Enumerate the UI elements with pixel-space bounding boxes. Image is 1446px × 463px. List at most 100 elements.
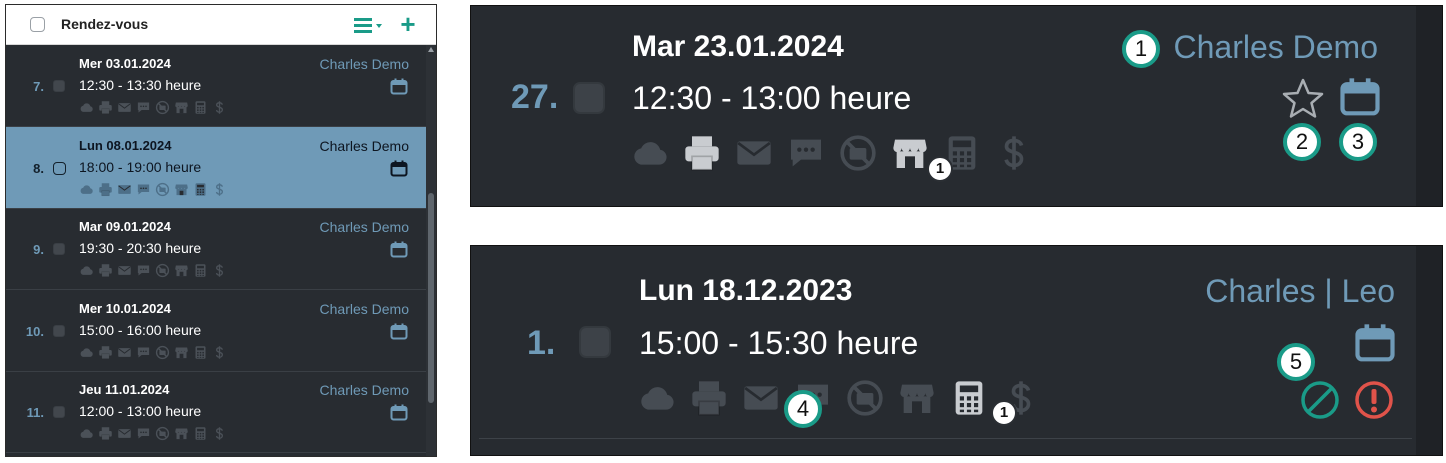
row-divider <box>479 438 1412 439</box>
chat-icon <box>137 265 150 276</box>
row-employee: Charles | Leo <box>1205 273 1395 309</box>
appointment-row[interactable]: 11. Jeu 11.01.2024 12:00 - 13:00 heure C… <box>6 371 426 453</box>
row-date: Mer 10.01.2024 <box>79 300 171 316</box>
chat-icon <box>137 184 150 194</box>
store-icon <box>175 428 188 440</box>
row-date: Lun 18.12.2023 <box>639 274 853 307</box>
row-checkbox[interactable] <box>53 161 66 175</box>
store-icon <box>175 102 188 114</box>
row-status-icons <box>637 378 1041 418</box>
appointment-list-panel: Rendez-vous + 7. Mer 03.01.2024 12:30 - … <box>5 4 437 457</box>
row-time: 19:30 - 20:30 heure <box>79 240 202 256</box>
envelope-icon <box>118 266 131 275</box>
star-icon[interactable] <box>1281 77 1325 119</box>
zoom-panel-appointment-1: 1. Lun 18.12.2023 15:00 - 15:30 heure Ch… <box>470 245 1443 456</box>
row-checkbox[interactable] <box>573 82 605 114</box>
row-time: 12:00 - 13:00 heure <box>79 403 202 419</box>
row-date: Lun 08.01.2024 <box>79 137 172 153</box>
printer-icon <box>99 427 112 441</box>
no-camera-icon <box>155 345 170 359</box>
calendar-icon[interactable] <box>390 241 408 258</box>
envelope-icon <box>118 429 131 438</box>
chat-icon <box>137 347 150 357</box>
calendar-icon[interactable] <box>1339 77 1381 117</box>
add-appointment-button[interactable]: + <box>396 9 420 39</box>
cloud-icon <box>634 142 667 165</box>
cloud-icon <box>80 266 93 275</box>
row-checkbox[interactable] <box>53 243 65 255</box>
alert-icon[interactable] <box>1353 379 1395 421</box>
calendar-icon[interactable] <box>1354 323 1396 363</box>
appointment-row[interactable]: 10. Mer 10.01.2024 15:00 - 16:00 heure C… <box>6 290 426 372</box>
no-camera-icon <box>155 182 170 196</box>
panel-scroll-edge <box>1416 246 1442 455</box>
dollar-icon <box>215 345 224 359</box>
appointment-row[interactable]: 9. Mar 09.01.2024 19:30 - 20:30 heure Ch… <box>6 208 426 290</box>
row-checkbox[interactable] <box>53 406 65 418</box>
chat-icon <box>137 428 150 439</box>
dollar-icon <box>215 182 224 196</box>
store-icon <box>893 139 927 168</box>
scroll-up-arrow[interactable] <box>428 47 434 52</box>
appointment-row[interactable]: 8. Lun 08.01.2024 18:00 - 19:00 heure Ch… <box>6 126 426 209</box>
store-icon <box>175 347 188 358</box>
callout-5: 5 <box>1277 343 1315 381</box>
appointment-row[interactable]: 7. Mer 03.01.2024 12:30 - 13:30 heure Ch… <box>6 45 426 127</box>
envelope-icon <box>118 184 131 194</box>
row-time: 12:30 - 13:30 heure <box>79 77 202 93</box>
no-camera-icon <box>155 100 170 115</box>
calculator-icon <box>195 345 206 359</box>
scrollbar-thumb[interactable] <box>428 193 434 403</box>
calendar-icon[interactable] <box>390 404 408 421</box>
row-number: 1. <box>527 324 556 362</box>
row-status-icons <box>79 182 227 198</box>
cloud-icon <box>80 347 93 357</box>
calculator-icon <box>195 182 206 196</box>
cloud-icon <box>641 387 674 410</box>
envelope-icon <box>737 141 771 165</box>
row-status-icons <box>79 100 227 116</box>
chat-icon <box>791 139 821 167</box>
row-checkbox[interactable] <box>53 324 65 337</box>
no-camera-icon <box>155 263 170 278</box>
callout-2: 2 <box>1283 123 1321 161</box>
row-status-icons <box>79 345 227 361</box>
calculator-icon <box>195 427 206 440</box>
row-checkbox[interactable] <box>53 80 65 92</box>
envelope-icon <box>118 347 131 357</box>
calendar-icon[interactable] <box>390 323 408 340</box>
store-icon <box>175 265 188 277</box>
row-checkbox[interactable] <box>579 326 611 358</box>
dollar-icon <box>215 264 224 277</box>
row-time: 15:00 - 16:00 heure <box>79 321 202 338</box>
calendar-icon[interactable] <box>390 78 408 95</box>
callout-4: 4 <box>784 390 822 428</box>
list-title: Rendez-vous <box>61 16 149 32</box>
row-status-icons <box>630 133 1034 173</box>
row-employee: Charles Demo <box>319 219 409 235</box>
dollar-icon <box>1004 136 1024 170</box>
printer-icon <box>99 264 112 278</box>
cancelled-icon[interactable] <box>1299 379 1341 421</box>
list-filter-icon[interactable] <box>352 13 386 37</box>
row-number: 10. <box>25 323 44 339</box>
store-icon <box>900 384 934 413</box>
row-employee: Charles Demo <box>319 56 409 72</box>
calculator-count-badge: 1 <box>991 400 1017 426</box>
printer-icon <box>685 136 719 171</box>
store-count-badge: 1 <box>927 156 953 182</box>
list-header: Rendez-vous + <box>6 5 436 45</box>
calculator-icon <box>195 101 206 114</box>
row-date: Mar 09.01.2024 <box>79 219 171 234</box>
envelope-icon <box>118 103 131 112</box>
printer-icon <box>99 101 112 115</box>
select-all-checkbox[interactable] <box>30 17 45 32</box>
cloud-icon <box>80 184 93 194</box>
row-date: Mar 23.01.2024 <box>632 30 844 63</box>
row-status-icons <box>79 263 227 279</box>
row-time: 15:00 - 15:30 heure <box>639 325 919 361</box>
cloud-icon <box>80 429 93 438</box>
dollar-icon <box>215 101 224 114</box>
calendar-icon[interactable] <box>390 160 408 177</box>
row-date: Mer 03.01.2024 <box>79 56 171 71</box>
